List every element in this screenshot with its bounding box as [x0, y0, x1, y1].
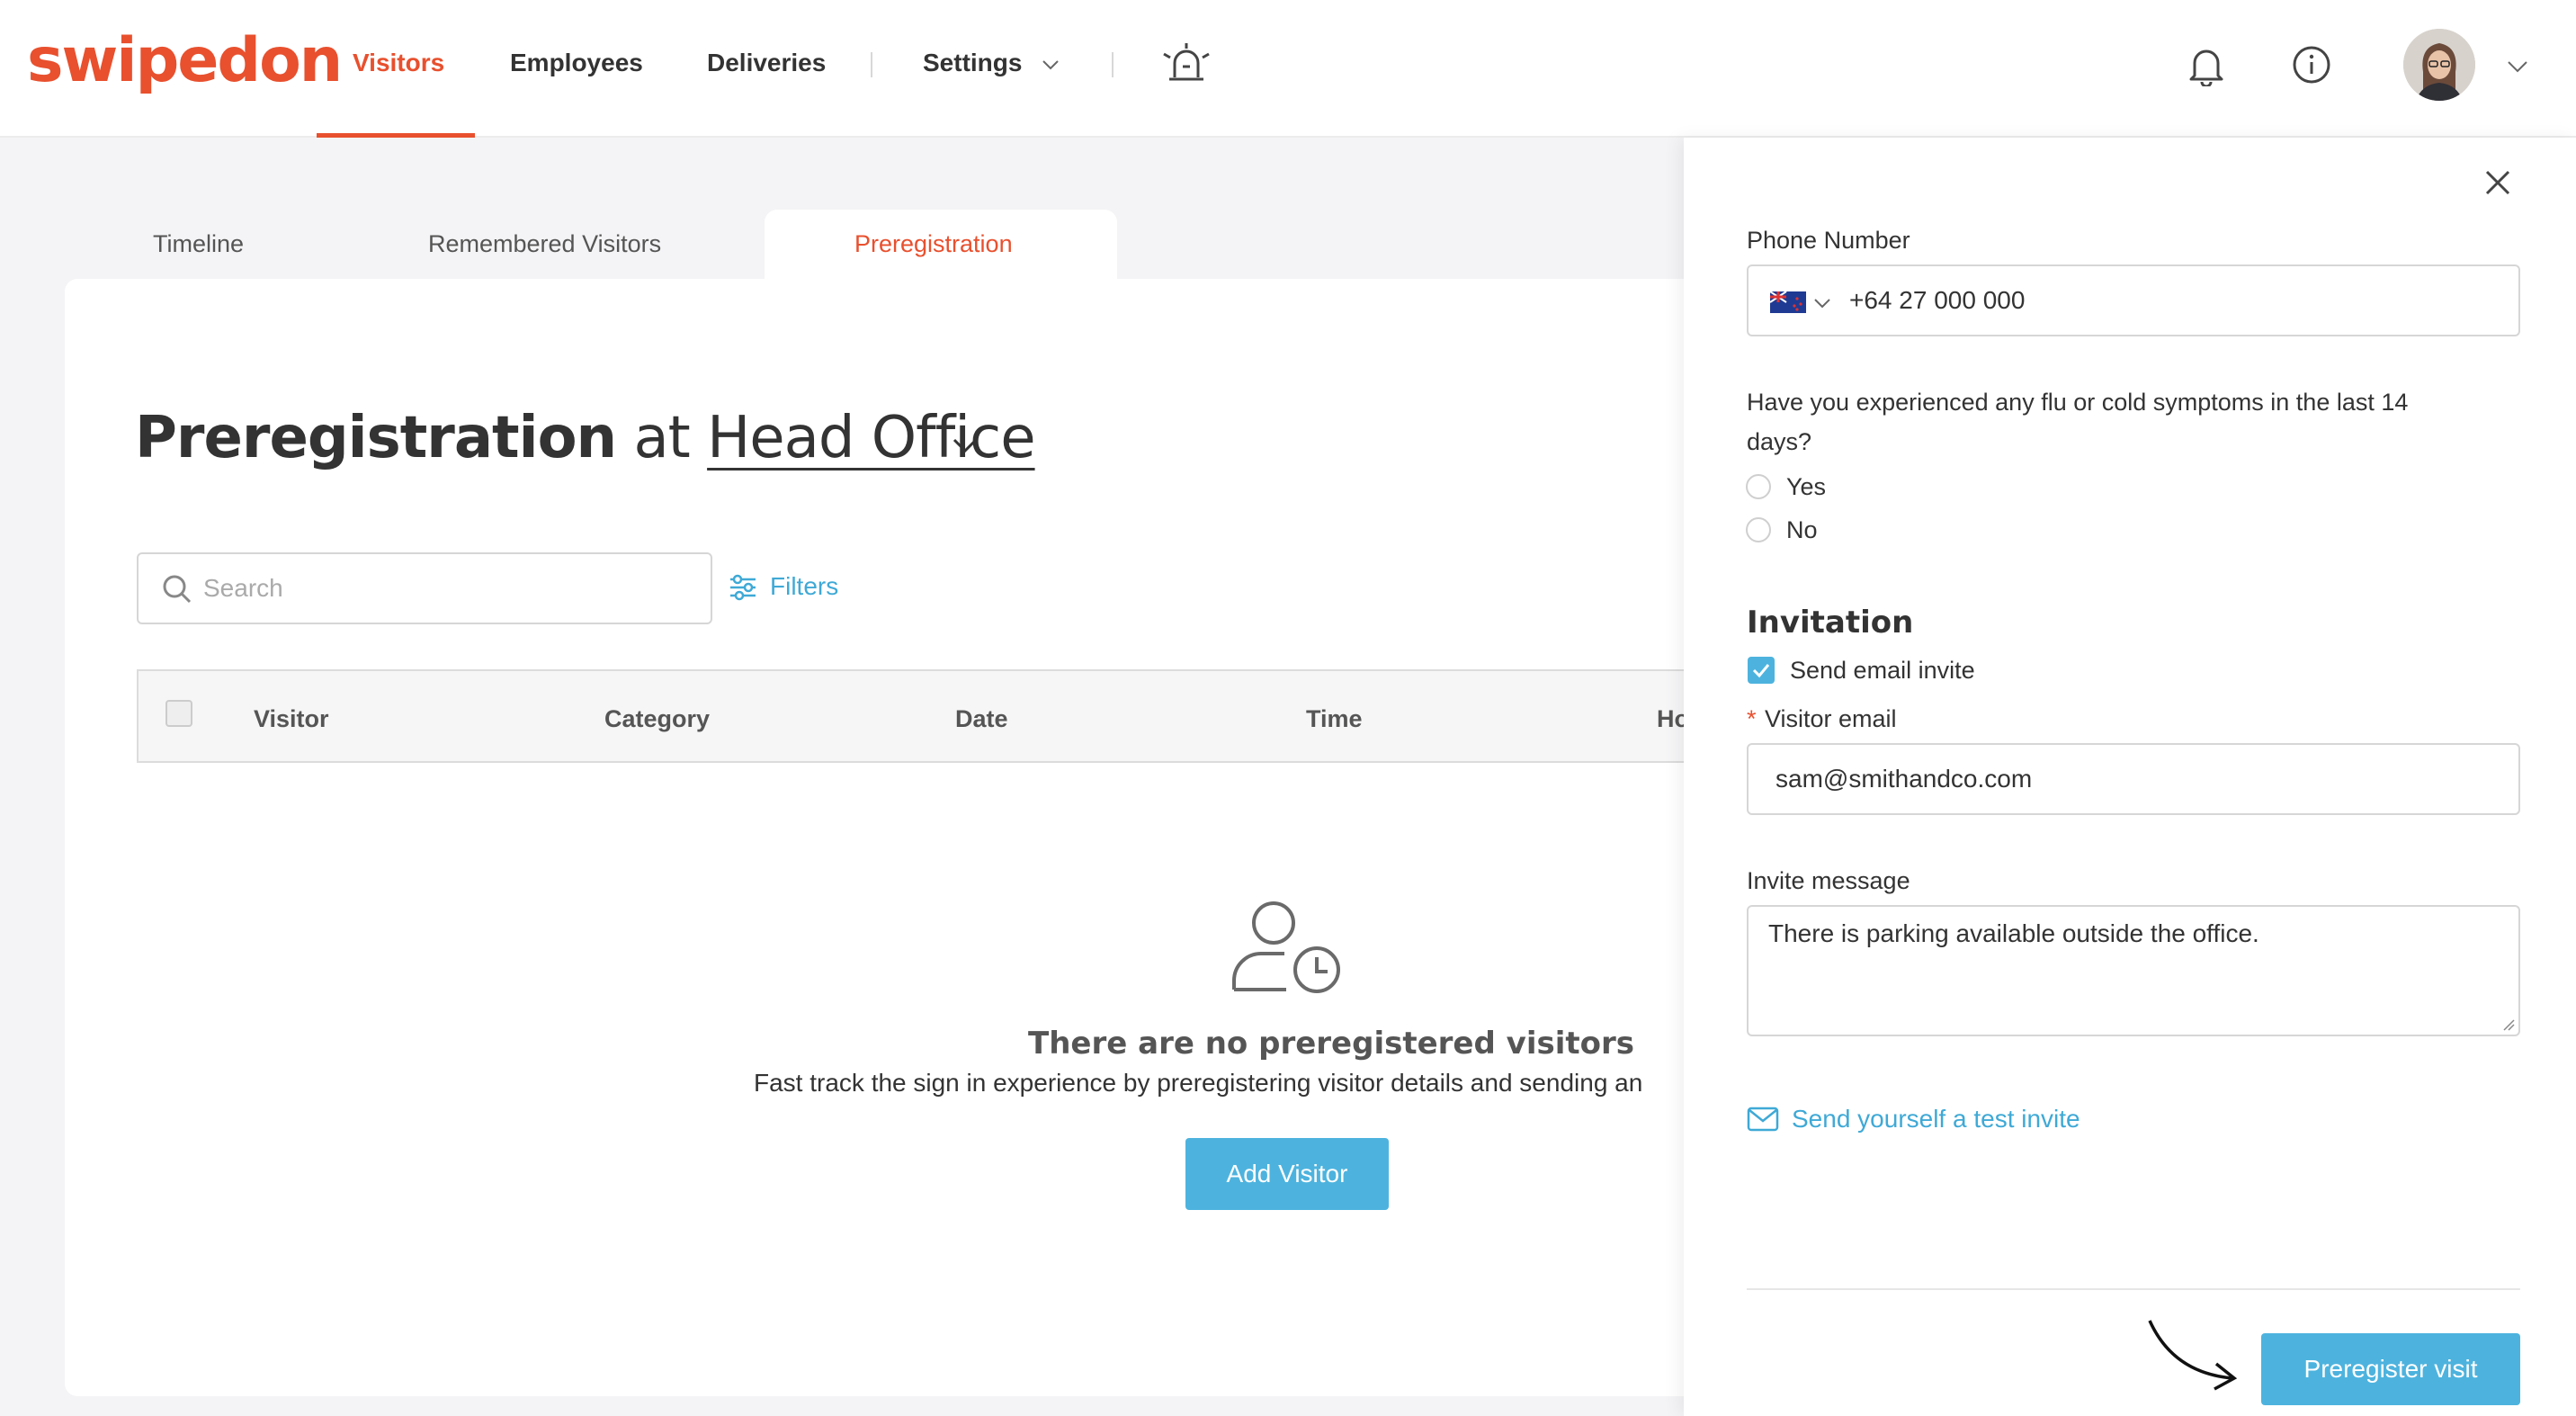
invite-message-textarea[interactable]: There is parking available outside the o… — [1747, 905, 2520, 1036]
nav-deliveries[interactable]: Deliveries — [707, 49, 826, 77]
symptoms-question-continued: days? — [1747, 428, 1812, 455]
search-input[interactable] — [203, 570, 689, 606]
empty-state-title: There are no preregistered visitors — [1028, 1026, 1634, 1062]
user-photo-icon — [2403, 29, 2475, 101]
nz-flag-icon[interactable] — [1770, 291, 1806, 313]
account-chevron-down-icon[interactable] — [2506, 58, 2529, 76]
radio-no[interactable] — [1746, 517, 1771, 542]
envelope-icon[interactable] — [1747, 1107, 1779, 1132]
panel-footer-divider — [1747, 1288, 2520, 1290]
filters-sliders-icon[interactable] — [729, 574, 757, 601]
bell-icon[interactable] — [2187, 45, 2225, 86]
visitor-email-field[interactable]: sam@smithandco.com — [1747, 743, 2520, 815]
preregister-visit-button[interactable]: Preregister visit — [2261, 1333, 2520, 1405]
send-email-checkbox[interactable] — [1748, 657, 1775, 684]
table-header: Visitor Category Date Time Ho — [137, 669, 1864, 763]
resize-handle-icon[interactable] — [2502, 1018, 2515, 1031]
nav-separator — [871, 52, 872, 77]
nav-visitors[interactable]: Visitors — [353, 49, 444, 77]
select-all-checkbox[interactable] — [165, 700, 192, 727]
tab-remembered-visitors[interactable]: Remembered Visitors — [428, 230, 661, 258]
alarm-light-icon[interactable] — [1162, 41, 1211, 85]
column-visitor[interactable]: Visitor — [254, 705, 329, 733]
nav-separator — [1112, 52, 1114, 77]
info-icon[interactable] — [2292, 45, 2331, 85]
invite-message-label: Invite message — [1747, 867, 1910, 894]
checkmark-icon — [1752, 664, 1770, 678]
send-test-invite-link[interactable]: Send yourself a test invite — [1792, 1105, 2080, 1134]
page-title-text: Preregistration — [135, 405, 617, 471]
tab-preregistration[interactable]: Preregistration — [854, 230, 1013, 258]
empty-state-description: Fast track the sign in experience by pre… — [754, 1069, 1643, 1097]
invitation-heading: Invitation — [1747, 605, 1914, 641]
page-title-at: at — [633, 405, 690, 471]
phone-number-field[interactable]: +64 27 000 000 — [1747, 264, 2520, 336]
symptoms-question: Have you experienced any flu or cold sym… — [1747, 389, 2409, 416]
nav-active-indicator — [317, 133, 475, 138]
empty-visitor-clock-icon — [1232, 901, 1340, 993]
nav-settings[interactable]: Settings — [923, 49, 1022, 77]
filters-button[interactable]: Filters — [770, 572, 838, 601]
search-icon — [163, 575, 192, 604]
settings-chevron-down-icon[interactable] — [1040, 54, 1061, 76]
add-visitor-button[interactable]: Add Visitor — [1185, 1138, 1389, 1210]
swipedon-logo[interactable]: swipedon — [27, 25, 343, 96]
nav-employees[interactable]: Employees — [510, 49, 643, 77]
avatar[interactable] — [2403, 29, 2475, 101]
tab-timeline[interactable]: Timeline — [153, 230, 244, 258]
phone-number-label: Phone Number — [1747, 227, 1910, 254]
visitor-email-value[interactable]: sam@smithandco.com — [1775, 765, 2032, 793]
send-email-label[interactable]: Send email invite — [1790, 657, 1975, 685]
search-field[interactable] — [137, 552, 712, 624]
phone-number-value[interactable]: +64 27 000 000 — [1849, 286, 2025, 315]
radio-yes-label[interactable]: Yes — [1786, 473, 1826, 501]
column-time[interactable]: Time — [1306, 705, 1363, 733]
column-category[interactable]: Category — [604, 705, 710, 733]
visitor-email-label: Visitor email — [1765, 705, 1897, 732]
radio-yes[interactable] — [1746, 474, 1771, 499]
column-date[interactable]: Date — [955, 705, 1008, 733]
location-chevron-down-icon[interactable] — [952, 435, 979, 455]
close-icon[interactable] — [2484, 169, 2511, 196]
page-title: Preregistration at Head Office — [135, 405, 1036, 471]
pointer-arrow-icon — [2148, 1320, 2238, 1391]
required-asterisk: * — [1747, 705, 1757, 732]
location-selector[interactable]: Head Office — [707, 405, 1035, 471]
invite-message-value[interactable]: There is parking available outside the o… — [1768, 919, 2259, 948]
top-navigation-bar: swipedon Visitors Employees Deliveries S… — [0, 0, 2576, 138]
country-chevron-down-icon[interactable] — [1813, 297, 1831, 309]
radio-no-label[interactable]: No — [1786, 516, 1818, 544]
